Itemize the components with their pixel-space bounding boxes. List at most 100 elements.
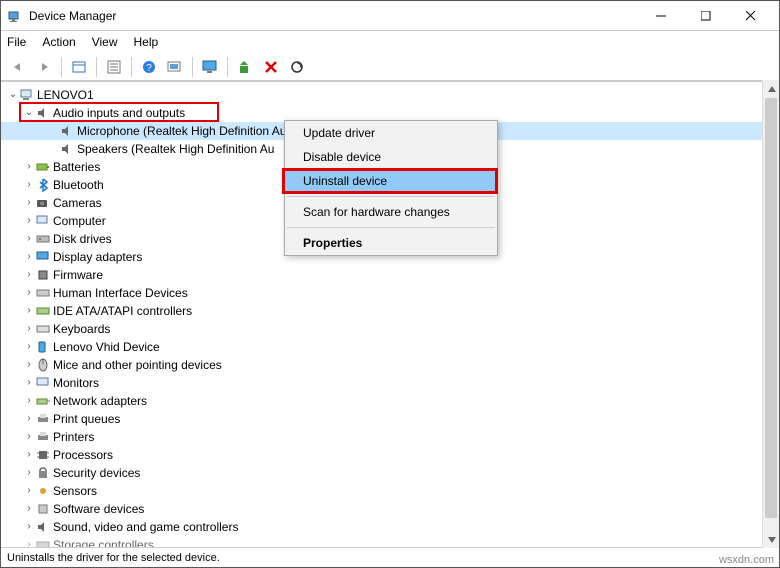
print-queue-icon [35, 411, 51, 427]
menu-view[interactable]: View [92, 35, 118, 49]
category-label: Display adapters [53, 248, 142, 266]
hid-icon [35, 285, 51, 301]
ctx-disable-device[interactable]: Disable device [285, 145, 497, 169]
chevron-right-icon[interactable]: › [23, 158, 35, 176]
category-row[interactable]: ›Network adapters [1, 392, 779, 410]
computer-icon [19, 87, 35, 103]
chevron-right-icon[interactable]: › [23, 212, 35, 230]
category-label: Print queues [53, 410, 120, 428]
chevron-right-icon[interactable]: › [23, 374, 35, 392]
display-icon [35, 249, 51, 265]
scan-button[interactable] [286, 56, 308, 78]
ctx-scan-hardware[interactable]: Scan for hardware changes [285, 200, 497, 224]
chevron-right-icon[interactable]: › [23, 320, 35, 338]
category-label: Lenovo Vhid Device [53, 338, 160, 356]
chevron-right-icon[interactable]: › [23, 518, 35, 536]
maximize-button[interactable] [683, 2, 728, 30]
vertical-scrollbar[interactable] [762, 80, 779, 548]
chevron-right-icon[interactable]: › [23, 230, 35, 248]
category-row[interactable]: › Sensors [1, 482, 779, 500]
ctx-update-driver[interactable]: Update driver [285, 121, 497, 145]
disk-icon [35, 231, 51, 247]
update-driver-button[interactable] [234, 56, 256, 78]
category-label: Batteries [53, 158, 100, 176]
ctx-update-label: Update driver [303, 126, 375, 140]
uninstall-button[interactable] [260, 56, 282, 78]
forward-button[interactable] [33, 56, 55, 78]
chevron-right-icon[interactable]: › [23, 464, 35, 482]
category-row[interactable]: ›Software devices [1, 500, 779, 518]
ctx-uninstall-device[interactable]: Uninstall device [285, 169, 497, 193]
minimize-button[interactable] [638, 2, 683, 30]
speaker-icon [35, 105, 51, 121]
menu-bar: File Action View Help [1, 31, 779, 53]
console-button[interactable] [164, 56, 186, 78]
category-label: Sensors [53, 482, 97, 500]
menu-action[interactable]: Action [42, 35, 75, 49]
category-row[interactable]: ›Monitors [1, 374, 779, 392]
battery-icon [35, 159, 51, 175]
category-label: Mice and other pointing devices [53, 356, 222, 374]
category-label: Human Interface Devices [53, 284, 188, 302]
sound-icon [35, 519, 51, 535]
category-row[interactable]: › Lenovo Vhid Device [1, 338, 779, 356]
menu-help[interactable]: Help [134, 35, 159, 49]
camera-icon [35, 195, 51, 211]
keyboard-icon [35, 321, 51, 337]
software-icon [35, 501, 51, 517]
speaker-icon [59, 123, 75, 139]
device-icon [35, 339, 51, 355]
device-manager-window: Device Manager File Action View Help ? [0, 0, 780, 568]
category-row[interactable]: › Print queues [1, 410, 779, 428]
chevron-right-icon[interactable]: › [23, 536, 35, 547]
chevron-right-icon[interactable]: › [23, 428, 35, 446]
category-row[interactable]: ›Firmware [1, 266, 779, 284]
category-row[interactable]: ›Sound, video and game controllers [1, 518, 779, 536]
category-row[interactable]: ›IDE ATA/ATAPI controllers [1, 302, 779, 320]
chevron-right-icon[interactable]: › [23, 302, 35, 320]
chevron-right-icon[interactable]: › [23, 176, 35, 194]
chevron-right-icon[interactable]: › [23, 338, 35, 356]
chevron-right-icon[interactable]: › [23, 248, 35, 266]
category-row[interactable]: ›Processors [1, 446, 779, 464]
chevron-right-icon[interactable]: › [23, 410, 35, 428]
scroll-up-arrow[interactable] [763, 80, 780, 97]
close-button[interactable] [728, 2, 773, 30]
app-icon [7, 8, 23, 24]
properties-button[interactable] [103, 56, 125, 78]
chevron-right-icon[interactable]: › [23, 356, 35, 374]
category-row[interactable]: ›Keyboards [1, 320, 779, 338]
chevron-right-icon[interactable]: › [23, 482, 35, 500]
chevron-right-icon[interactable]: › [23, 266, 35, 284]
category-label: Security devices [53, 464, 140, 482]
ctx-uninstall-label: Uninstall device [303, 174, 387, 188]
monitor-button[interactable] [199, 56, 221, 78]
menu-file[interactable]: File [7, 35, 26, 49]
category-row[interactable]: › Human Interface Devices [1, 284, 779, 302]
category-row[interactable]: ›Storage controllers [1, 536, 779, 547]
category-row[interactable]: ›Printers [1, 428, 779, 446]
category-row[interactable]: › Mice and other pointing devices [1, 356, 779, 374]
ide-icon [35, 303, 51, 319]
category-row[interactable]: › Security devices [1, 464, 779, 482]
category-label: Bluetooth [53, 176, 104, 194]
device-speakers-label: Speakers (Realtek High Definition Au [77, 140, 274, 158]
statusbar: Uninstalls the driver for the selected d… [1, 547, 779, 567]
show-hidden-button[interactable] [68, 56, 90, 78]
ctx-disable-label: Disable device [303, 150, 381, 164]
chevron-right-icon[interactable]: › [23, 284, 35, 302]
chevron-down-icon[interactable]: ⌄ [7, 86, 19, 104]
chevron-right-icon[interactable]: › [23, 446, 35, 464]
help-button[interactable]: ? [138, 56, 160, 78]
statusbar-text: Uninstalls the driver for the selected d… [7, 552, 220, 564]
scroll-down-arrow[interactable] [763, 531, 780, 548]
chevron-down-icon[interactable]: ⌄ [23, 104, 35, 122]
back-button[interactable] [7, 56, 29, 78]
titlebar: Device Manager [1, 1, 779, 31]
chevron-right-icon[interactable]: › [23, 194, 35, 212]
ctx-properties[interactable]: Properties [285, 231, 497, 255]
chevron-right-icon[interactable]: › [23, 392, 35, 410]
chevron-right-icon[interactable]: › [23, 500, 35, 518]
root-node-row[interactable]: ⌄ LENOVO1 [1, 86, 779, 104]
scrollbar-thumb[interactable] [765, 98, 777, 518]
